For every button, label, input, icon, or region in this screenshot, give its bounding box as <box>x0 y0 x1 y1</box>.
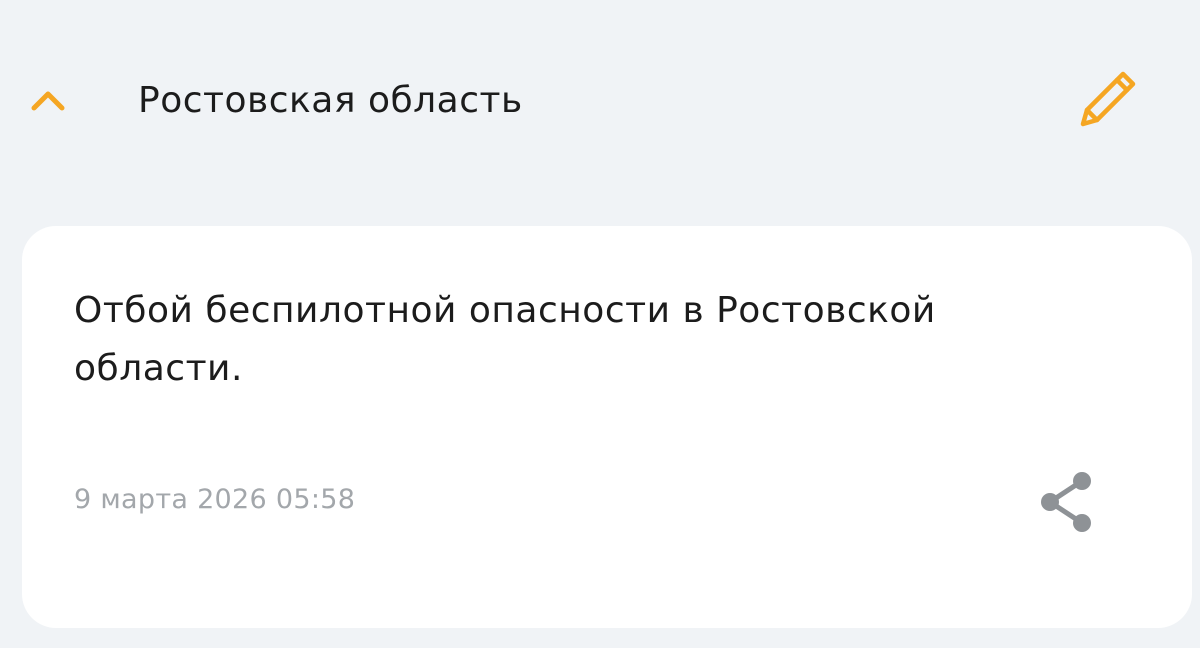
alert-card: Отбой беспилотной опасности в Ростовской… <box>22 226 1192 628</box>
alert-message: Отбой беспилотной опасности в Ростовской… <box>74 290 936 389</box>
region-header: Ростовская область <box>0 60 1200 144</box>
alert-timestamp: 9 марта 2026 05:58 <box>74 484 356 515</box>
share-button[interactable] <box>1026 462 1106 542</box>
collapse-button[interactable] <box>24 80 72 120</box>
chevron-up-icon <box>31 91 65 111</box>
pencil-icon <box>1080 71 1136 127</box>
edit-button[interactable] <box>1070 64 1144 136</box>
share-icon <box>1041 472 1091 532</box>
region-title: Ростовская область <box>138 80 523 121</box>
